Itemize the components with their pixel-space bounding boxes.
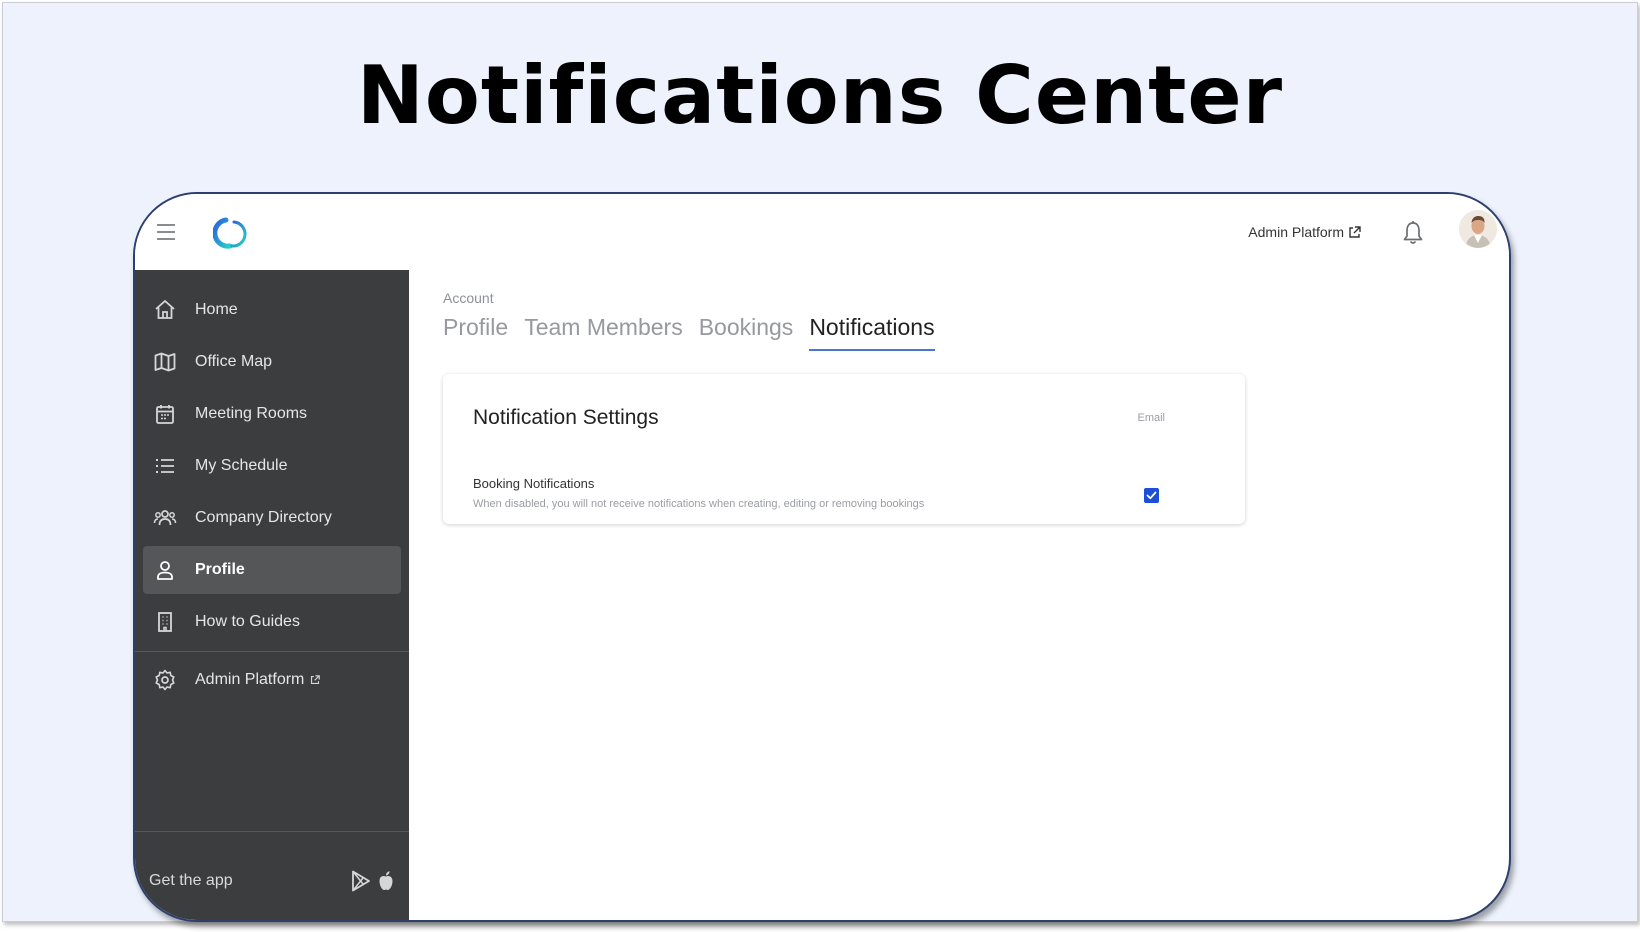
app-window: Admin Platform Home Office Map Meeting R… [133, 192, 1511, 922]
sidebar-divider [135, 651, 409, 652]
sidebar-item-label: Meeting Rooms [195, 405, 308, 422]
sidebar-item-home[interactable]: Home [143, 286, 401, 334]
home-icon [155, 300, 175, 319]
tab-profile[interactable]: Profile [443, 314, 508, 351]
sidebar-item-label: Office Map [195, 353, 273, 370]
sidebar-item-how-to-guides[interactable]: How to Guides [143, 598, 401, 646]
sidebar-item-meeting-rooms[interactable]: Meeting Rooms [143, 390, 401, 438]
calendar-icon [156, 405, 174, 424]
app-logo[interactable] [213, 216, 247, 250]
tab-bookings[interactable]: Bookings [699, 314, 794, 351]
booking-email-checkbox[interactable] [1144, 488, 1159, 503]
slide-title: Notifications Center [356, 49, 1284, 142]
tab-team-members[interactable]: Team Members [524, 314, 682, 351]
sidebar-divider [135, 831, 409, 832]
sidebar-item-label: How to Guides [195, 613, 300, 630]
admin-platform-label: Admin Platform [1248, 224, 1344, 240]
apple-icon[interactable] [377, 870, 395, 892]
check-icon [1146, 491, 1157, 500]
app-store-links [351, 870, 395, 892]
slide-background: Notifications Center Admin Platform Home… [2, 2, 1638, 922]
map-icon [154, 352, 176, 372]
avatar[interactable] [1459, 210, 1497, 248]
sidebar-item-admin-platform[interactable]: Admin Platform [143, 656, 401, 704]
notification-settings-card: Notification Settings Email Booking Noti… [443, 374, 1245, 524]
tab-notifications[interactable]: Notifications [809, 314, 935, 351]
external-link-icon [311, 675, 321, 685]
menu-icon[interactable] [157, 224, 175, 240]
get-the-app-label: Get the app [149, 872, 233, 889]
list-icon [156, 459, 174, 473]
sidebar-item-label: Profile [195, 561, 245, 578]
email-column-header: Email [1137, 412, 1165, 424]
sidebar-item-label: Admin Platform [195, 671, 305, 688]
gear-icon [155, 669, 175, 691]
sidebar-item-label: Home [195, 301, 238, 318]
card-title: Notification Settings [473, 406, 659, 429]
bell-icon[interactable] [1401, 220, 1425, 246]
breadcrumb: Account [443, 290, 494, 306]
main-content: Account Profile Team Members Bookings No… [409, 270, 1509, 920]
sidebar-item-office-map[interactable]: Office Map [143, 338, 401, 386]
sidebar-item-my-schedule[interactable]: My Schedule [143, 442, 401, 490]
sidebar-item-profile[interactable]: Profile [143, 546, 401, 594]
setting-name: Booking Notifications [473, 476, 595, 491]
top-bar: Admin Platform [135, 194, 1509, 270]
admin-platform-link[interactable]: Admin Platform [1248, 224, 1361, 240]
sidebar-item-company-directory[interactable]: Company Directory [143, 494, 401, 542]
user-icon [157, 561, 173, 580]
sidebar-item-label: Company Directory [195, 509, 332, 526]
account-tabs: Profile Team Members Bookings Notificati… [443, 314, 935, 351]
people-icon [153, 510, 177, 526]
sidebar: Home Office Map Meeting Rooms My Schedul… [135, 270, 409, 920]
setting-description: When disabled, you will not receive noti… [473, 498, 925, 510]
sidebar-item-label: My Schedule [195, 457, 288, 474]
external-link-icon [1349, 225, 1361, 238]
building-icon [158, 612, 172, 632]
play-store-icon[interactable] [351, 870, 371, 892]
